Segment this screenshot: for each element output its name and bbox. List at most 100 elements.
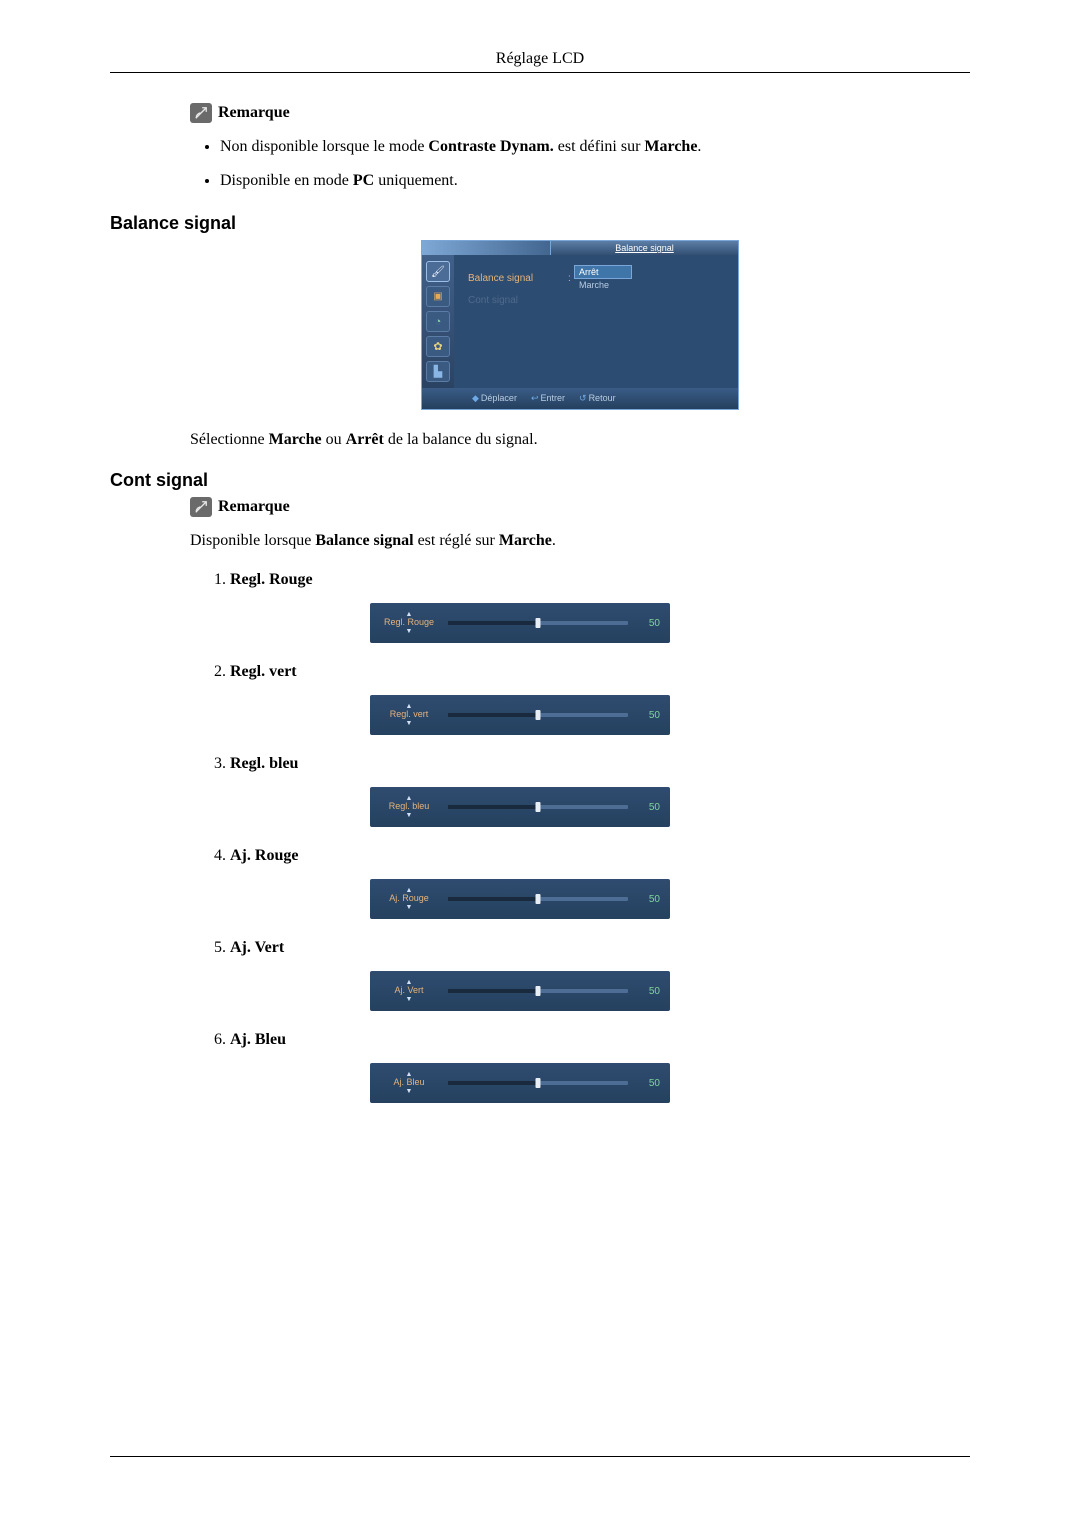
list-item: Regl. Rouge ▲ Regl. Rouge ▼ 50 (230, 571, 970, 663)
note-icon (190, 103, 212, 123)
osd-title: Balance signal (550, 241, 738, 255)
text-bold: Marche (644, 138, 697, 155)
slider-osd: ▲ Regl. vert ▼ 50 (370, 695, 670, 735)
pip-icon: ▣ (426, 286, 450, 307)
list-item: Aj. Rouge ▲ Aj. Rouge ▼ 50 (230, 847, 970, 939)
enter-icon: ↩ (531, 393, 539, 403)
arrow-down-icon: ▼ (406, 628, 413, 635)
osd-option-on: Marche (574, 279, 632, 291)
note-icon (190, 497, 212, 517)
list-item: Regl. vert ▲ Regl. vert ▼ 50 (230, 663, 970, 755)
slider-track (448, 713, 628, 717)
text: Non disponible lorsque le mode (220, 138, 428, 155)
slider-label: Aj. Vert (394, 986, 423, 996)
cont-body-text: Disponible lorsque Balance signal est ré… (190, 529, 970, 553)
remarque-label: Remarque (218, 498, 290, 516)
slider-thumb (536, 986, 541, 996)
list-item: Aj. Bleu ▲ Aj. Bleu ▼ 50 (230, 1031, 970, 1123)
slider-osd: ▲ Regl. bleu ▼ 50 (370, 787, 670, 827)
text-bold: Marche (269, 431, 322, 448)
osd-footer-enter: Entrer (541, 393, 566, 403)
gear-icon: ✿ (426, 336, 450, 357)
slider-heading: Aj. Vert (230, 939, 970, 957)
picture-icon: 🖌 (426, 261, 450, 282)
list-item: Regl. bleu ▲ Regl. bleu ▼ 50 (230, 755, 970, 847)
slider-value: 50 (638, 986, 660, 997)
text: uniquement. (374, 172, 458, 189)
balance-body-text: Sélectionne Marche ou Arrêt de la balanc… (190, 428, 970, 452)
footer-rule (110, 1456, 970, 1457)
slider-label: Regl. vert (390, 710, 429, 720)
slider-label: Regl. Rouge (384, 618, 434, 628)
osd-row-label-disabled: Cont signal (468, 295, 568, 306)
slider-heading: Aj. Rouge (230, 847, 970, 865)
slider-heading: Regl. Rouge (230, 571, 970, 589)
slider-osd: ▲ Regl. Rouge ▼ 50 (370, 603, 670, 643)
slider-track (448, 621, 628, 625)
text: ou (322, 431, 346, 448)
list-item: Non disponible lorsque le mode Contraste… (220, 135, 970, 159)
slider-label: Regl. bleu (389, 802, 430, 812)
text-bold: PC (353, 172, 374, 189)
slider-value: 50 (638, 618, 660, 629)
section-heading-cont: Cont signal (110, 470, 970, 491)
text: . (552, 532, 556, 549)
slider-track (448, 1081, 628, 1085)
slider-list: Regl. Rouge ▲ Regl. Rouge ▼ 50 Regl. ver… (190, 571, 970, 1123)
list-item: Disponible en mode PC uniquement. (220, 169, 970, 193)
text-bold: Marche (499, 532, 552, 549)
arrow-down-icon: ▼ (406, 996, 413, 1003)
remarque-list: Non disponible lorsque le mode Contraste… (190, 135, 970, 193)
move-icon: ◆ (472, 393, 479, 403)
slider-osd: ▲ Aj. Vert ▼ 50 (370, 971, 670, 1011)
slider-label: Aj. Rouge (389, 894, 429, 904)
text-bold: Contraste Dynam. (428, 138, 553, 155)
slider-value: 50 (638, 1078, 660, 1089)
text: . (697, 138, 701, 155)
slider-heading: Regl. bleu (230, 755, 970, 773)
arrow-down-icon: ▼ (406, 720, 413, 727)
text: est défini sur (554, 138, 645, 155)
slider-value: 50 (638, 710, 660, 721)
header-rule (110, 72, 970, 73)
text: Sélectionne (190, 431, 269, 448)
slider-value: 50 (638, 802, 660, 813)
slider-track (448, 805, 628, 809)
slider-value: 50 (638, 894, 660, 905)
osd-row-label: Balance signal (468, 273, 568, 284)
list-item: Aj. Vert ▲ Aj. Vert ▼ 50 (230, 939, 970, 1031)
arrow-down-icon: ▼ (406, 812, 413, 819)
arrow-down-icon: ▼ (406, 1088, 413, 1095)
slider-track (448, 897, 628, 901)
slider-thumb (536, 802, 541, 812)
slider-thumb (536, 894, 541, 904)
running-head: Réglage LCD (110, 50, 970, 68)
slider-osd: ▲ Aj. Rouge ▼ 50 (370, 879, 670, 919)
osd-footer-move: Déplacer (481, 393, 517, 403)
slider-thumb (536, 618, 541, 628)
text: Disponible lorsque (190, 532, 315, 549)
osd-balance-signal: Balance signal 🖌 ▣ ◔ ✿ ▙ Balance signal … (421, 240, 739, 410)
slider-heading: Regl. vert (230, 663, 970, 681)
section-heading-balance: Balance signal (110, 213, 970, 234)
osd-category-icons: 🖌 ▣ ◔ ✿ ▙ (422, 255, 454, 388)
text-bold: Arrêt (346, 431, 384, 448)
osd-footer-return: Retour (589, 393, 616, 403)
slider-label: Aj. Bleu (393, 1078, 424, 1088)
text: est réglé sur (414, 532, 499, 549)
screen-icon: ▙ (426, 361, 450, 382)
slider-thumb (536, 1078, 541, 1088)
slider-heading: Aj. Bleu (230, 1031, 970, 1049)
text: de la balance du signal. (384, 431, 538, 448)
remarque-label: Remarque (218, 104, 290, 122)
osd-footer: ◆Déplacer ↩Entrer ↺Retour (422, 388, 738, 409)
return-icon: ↺ (579, 393, 587, 403)
slider-osd: ▲ Aj. Bleu ▼ 50 (370, 1063, 670, 1103)
arrow-down-icon: ▼ (406, 904, 413, 911)
slider-track (448, 989, 628, 993)
text-bold: Balance signal (315, 532, 413, 549)
text: Disponible en mode (220, 172, 353, 189)
slider-thumb (536, 710, 541, 720)
osd-option-off: Arrêt (574, 265, 632, 279)
clock-icon: ◔ (426, 311, 450, 332)
